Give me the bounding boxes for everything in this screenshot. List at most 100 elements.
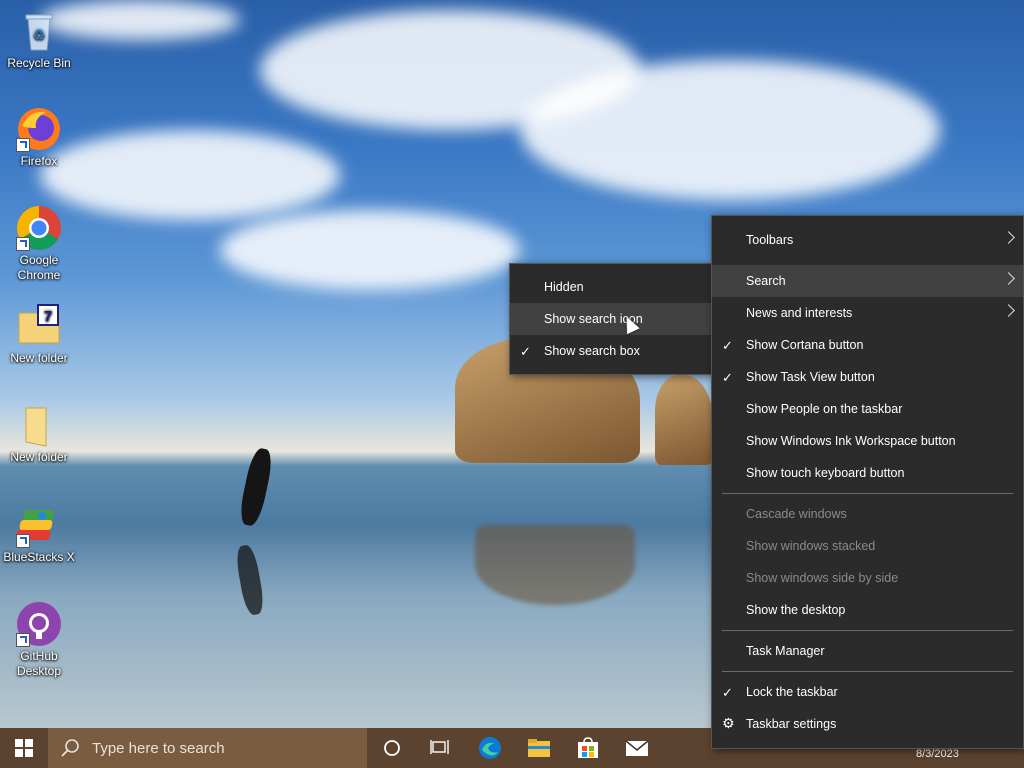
menu-item-show-the-desktop[interactable]: Show the desktop [712, 594, 1023, 626]
menu-item-label: Task Manager [746, 644, 825, 658]
menu-item-lock-the-taskbar[interactable]: ✓ Lock the taskbar [712, 676, 1023, 708]
menu-item-label: Show windows stacked [746, 539, 876, 553]
desktop-icon-label: BlueStacks X [3, 550, 75, 564]
svg-text:7: 7 [44, 308, 52, 325]
desktop-icon-github-desktop[interactable]: GitHub Desktop [2, 601, 76, 679]
edge-icon [479, 737, 501, 759]
gear-icon: ⚙ [722, 715, 735, 731]
desktop-icon-new-folder-2[interactable]: New folder [2, 402, 76, 465]
file-explorer-button[interactable] [519, 728, 559, 768]
menu-item-label: Lock the taskbar [746, 685, 838, 699]
desktop-icon-label: New folder [10, 450, 68, 464]
bluestacks-icon [15, 502, 62, 548]
shortcut-arrow-icon [16, 138, 30, 152]
runner-reflection [234, 543, 266, 617]
menu-item-search[interactable]: Search [712, 265, 1023, 297]
menu-separator [722, 630, 1013, 631]
menu-item-show-people[interactable]: Show People on the taskbar [712, 393, 1023, 425]
shortcut-arrow-icon [16, 534, 30, 548]
menu-item-label: News and interests [746, 306, 853, 320]
folder-icon: 7 [16, 303, 62, 349]
menu-item-label: Show People on the taskbar [746, 402, 903, 416]
windows-logo-icon [15, 739, 33, 757]
menu-item-show-cortana-button[interactable]: ✓ Show Cortana button [712, 329, 1023, 361]
github-desktop-icon [16, 601, 62, 647]
start-button[interactable] [0, 728, 48, 768]
runner-silhouette [237, 446, 275, 528]
taskbar-context-menu: Toolbars Search News and interests ✓ Sho… [711, 215, 1024, 749]
menu-item-label: Show search box [544, 344, 640, 358]
submenu-item-hidden[interactable]: Hidden [510, 271, 713, 303]
menu-item-label: Show the desktop [746, 603, 846, 617]
cortana-button[interactable] [372, 728, 412, 768]
svg-text:♻: ♻ [33, 27, 46, 43]
checkmark-icon: ✓ [722, 685, 733, 700]
desktop-icon-recycle-bin[interactable]: ♻ Recycle Bin [2, 8, 76, 71]
desktop-icon-label: Firefox [20, 154, 58, 168]
menu-item-label: Show windows side by side [746, 571, 899, 585]
store-button[interactable] [568, 728, 608, 768]
menu-item-toolbars[interactable]: Toolbars [712, 224, 1023, 256]
menu-item-label: Show Cortana button [746, 338, 864, 352]
sea-rock [655, 375, 713, 465]
checkmark-icon: ✓ [722, 338, 733, 353]
firefox-icon [16, 106, 62, 152]
chevron-right-icon [1002, 272, 1015, 285]
submenu-item-show-search-box[interactable]: ✓ Show search box [510, 335, 713, 367]
mail-button[interactable] [617, 728, 657, 768]
search-placeholder: Type here to search [92, 739, 225, 757]
menu-item-label: Cascade windows [746, 507, 847, 521]
desktop-icon-label: Recycle Bin [7, 56, 71, 70]
menu-item-news-and-interests[interactable]: News and interests [712, 297, 1023, 329]
task-view-icon [430, 740, 449, 754]
shortcut-arrow-icon [16, 237, 30, 251]
desktop-icon-chrome[interactable]: Google Chrome [2, 205, 76, 283]
checkmark-icon: ✓ [722, 370, 733, 385]
menu-item-label: Show Windows Ink Workspace button [746, 434, 956, 448]
menu-item-label: Show touch keyboard button [746, 466, 905, 480]
desktop-icon-new-folder-1[interactable]: 7 New folder [2, 303, 76, 366]
checkmark-icon: ✓ [520, 344, 531, 359]
menu-item-cascade-windows: Cascade windows [712, 498, 1023, 530]
edge-button[interactable] [470, 728, 510, 768]
menu-item-show-touch-keyboard[interactable]: Show touch keyboard button [712, 457, 1023, 489]
folder-icon [16, 402, 62, 448]
taskbar-search-box[interactable]: Type here to search [48, 728, 367, 768]
mail-icon [625, 740, 649, 756]
rock-reflection [475, 525, 635, 605]
menu-item-task-manager[interactable]: Task Manager [712, 635, 1023, 667]
menu-item-label: Hidden [544, 280, 584, 294]
menu-item-label: Taskbar settings [746, 717, 837, 731]
chevron-right-icon [1002, 231, 1015, 244]
menu-separator [722, 671, 1013, 672]
menu-item-label: Search [746, 274, 786, 288]
cortana-icon [384, 740, 400, 756]
menu-item-taskbar-settings[interactable]: ⚙ Taskbar settings [712, 708, 1023, 740]
task-view-button[interactable] [420, 728, 460, 768]
cloud [40, 130, 340, 220]
menu-item-label: Show Task View button [746, 370, 875, 384]
search-submenu: Hidden Show search icon ✓ Show search bo… [509, 263, 714, 375]
cloud [220, 210, 520, 290]
menu-separator [722, 493, 1013, 494]
submenu-item-show-search-icon[interactable]: Show search icon [510, 303, 713, 335]
recycle-bin-icon: ♻ [16, 8, 62, 54]
shortcut-arrow-icon [16, 633, 30, 647]
menu-item-label: Toolbars [746, 233, 794, 247]
desktop-icon-bluestacks[interactable]: BlueStacks X [2, 502, 76, 565]
menu-item-show-task-view-button[interactable]: ✓ Show Task View button [712, 361, 1023, 393]
chrome-icon [16, 205, 62, 251]
menu-item-show-windows-side-by-side: Show windows side by side [712, 562, 1023, 594]
desktop-icon-label: New folder [10, 351, 68, 365]
desktop-icon-label: Google Chrome [17, 253, 61, 282]
menu-item-show-windows-stacked: Show windows stacked [712, 530, 1023, 562]
desktop-icon-firefox[interactable]: Firefox [2, 106, 76, 169]
store-icon [578, 737, 598, 758]
chevron-right-icon [1002, 304, 1015, 317]
desktop-icon-label: GitHub Desktop [16, 649, 62, 678]
menu-item-show-windows-ink[interactable]: Show Windows Ink Workspace button [712, 425, 1023, 457]
tray-date[interactable]: 8/3/2023 [916, 748, 959, 760]
search-icon [61, 739, 79, 757]
cloud [520, 60, 940, 200]
file-explorer-icon [528, 739, 550, 757]
